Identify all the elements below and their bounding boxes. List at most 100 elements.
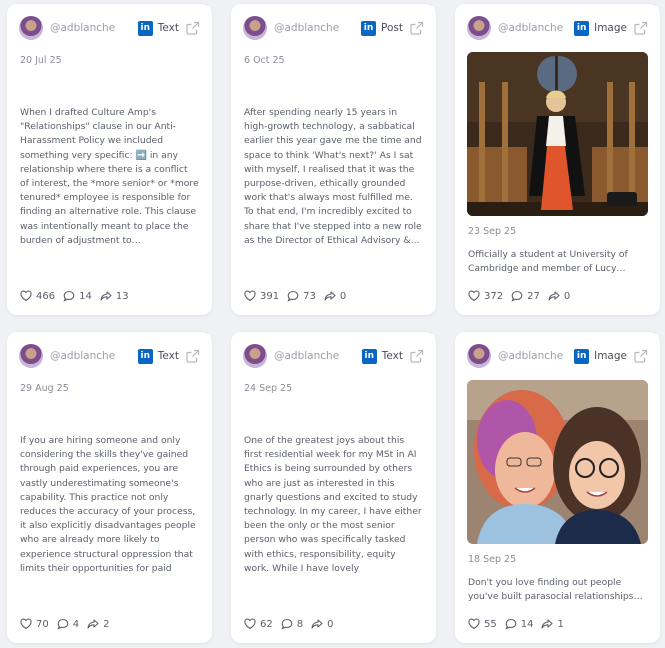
shares-stat: 0 [311, 618, 333, 630]
share-icon [548, 291, 560, 301]
share-icon [324, 291, 336, 301]
linkedin-icon: in [361, 20, 377, 36]
shares-count: 0 [339, 290, 347, 302]
author-handle[interactable]: @adblanche [274, 22, 361, 34]
likes-stat: 391 [244, 290, 279, 302]
shares-stat: 0 [324, 290, 346, 302]
likes-stat: 372 [468, 290, 503, 302]
engagement-stats: 55 14 1 [468, 617, 572, 631]
likes-count: 466 [36, 290, 56, 302]
likes-stat: 55 [468, 618, 497, 630]
external-link-icon[interactable] [186, 349, 200, 363]
share-icon [100, 291, 112, 301]
comment-icon [281, 618, 293, 630]
comments-count: 8 [296, 618, 304, 630]
comment-icon [63, 290, 75, 302]
post-date: 24 Sep 25 [244, 383, 293, 394]
card-header: @adblanche in Text [243, 344, 424, 368]
post-date: 6 Oct 25 [244, 55, 285, 66]
post-card[interactable]: @adblanche in Post 6 Oct 25 After spendi… [231, 4, 436, 315]
author-handle[interactable]: @adblanche [50, 22, 138, 34]
comments-count: 27 [527, 290, 540, 302]
comments-count: 4 [72, 618, 80, 630]
heart-icon [468, 290, 480, 302]
external-link-icon[interactable] [410, 21, 424, 35]
post-card[interactable]: @adblanche in Image 23 Sep 25 Officially… [455, 4, 660, 315]
share-icon [87, 619, 99, 629]
linkedin-icon: in [574, 20, 590, 36]
linkedin-icon: in [137, 348, 153, 364]
shares-count: 0 [327, 618, 334, 630]
shares-count: 0 [563, 290, 571, 302]
comments-stat: 14 [505, 618, 534, 630]
shares-stat: 1 [541, 618, 564, 630]
comment-icon [511, 290, 523, 302]
shares-stat: 0 [548, 290, 570, 302]
post-text: When I drafted Culture Amp's "Relationsh… [20, 107, 199, 246]
post-type-label: Text [157, 22, 179, 34]
shares-count: 13 [115, 290, 129, 302]
avatar[interactable] [243, 16, 267, 40]
card-header: @adblanche in Text [19, 344, 200, 368]
comments-stat: 73 [287, 290, 316, 302]
comments-stat: 14 [63, 290, 92, 302]
post-card[interactable]: @adblanche in Text 24 Sep 25 One of the … [231, 332, 436, 643]
heart-icon [244, 618, 256, 630]
comments-count: 14 [520, 618, 534, 630]
post-card[interactable]: @adblanche in Text 29 Aug 25 If you are … [7, 332, 212, 643]
post-type-label: Post [381, 22, 403, 34]
comment-icon [57, 618, 69, 630]
post-date: 18 Sep 25 [468, 554, 517, 565]
shares-stat: 2 [87, 618, 109, 630]
shares-stat: 13 [100, 290, 129, 302]
avatar[interactable] [467, 344, 491, 368]
shares-count: 1 [557, 618, 564, 630]
card-header: @adblanche in Image [467, 344, 648, 368]
post-card[interactable]: @adblanche in Image 18 Sep 25 Don't you … [455, 332, 660, 643]
post-image[interactable] [467, 52, 648, 216]
heart-icon [20, 290, 32, 302]
author-handle[interactable]: @adblanche [50, 350, 138, 362]
linkedin-icon: in [574, 348, 590, 364]
post-card[interactable]: @adblanche in Text 20 Jul 25 When I draf… [7, 4, 212, 315]
post-text: Officially a student at University of Ca… [468, 249, 628, 275]
likes-count: 372 [484, 290, 504, 302]
shares-count: 2 [103, 618, 110, 630]
author-handle[interactable]: @adblanche [498, 22, 574, 34]
likes-stat: 62 [244, 618, 273, 630]
comments-count: 14 [79, 290, 92, 302]
avatar[interactable] [19, 16, 43, 40]
post-type-label: Image [594, 22, 627, 34]
heart-icon [20, 618, 32, 630]
avatar[interactable] [467, 16, 491, 40]
post-text: Don't you love finding out people you've… [468, 577, 643, 603]
likes-stat: 70 [20, 618, 49, 630]
external-link-icon[interactable] [186, 21, 200, 35]
comments-count: 73 [303, 290, 316, 302]
post-text: If you are hiring someone and only consi… [20, 435, 196, 574]
comment-icon [287, 290, 299, 302]
post-type-label: Text [381, 350, 403, 362]
external-link-icon[interactable] [634, 349, 648, 363]
post-date: 20 Jul 25 [20, 55, 62, 66]
likes-count: 391 [260, 290, 280, 302]
post-date: 23 Sep 25 [468, 226, 517, 237]
heart-icon [468, 618, 480, 630]
comment-icon [505, 618, 517, 630]
comments-stat: 8 [281, 618, 303, 630]
avatar[interactable] [19, 344, 43, 368]
graduation-photo [467, 52, 648, 216]
external-link-icon[interactable] [410, 349, 424, 363]
external-link-icon[interactable] [634, 21, 648, 35]
engagement-stats: 70 4 2 [20, 617, 117, 631]
post-text: After spending nearly 15 years in high-g… [244, 107, 422, 246]
engagement-stats: 372 27 0 [468, 289, 578, 303]
author-handle[interactable]: @adblanche [498, 350, 574, 362]
share-icon [541, 619, 554, 629]
comments-stat: 27 [511, 290, 540, 302]
avatar[interactable] [243, 344, 267, 368]
author-handle[interactable]: @adblanche [274, 350, 362, 362]
card-header: @adblanche in Post [243, 16, 424, 40]
post-image[interactable] [467, 380, 648, 544]
engagement-stats: 62 8 0 [244, 617, 341, 631]
